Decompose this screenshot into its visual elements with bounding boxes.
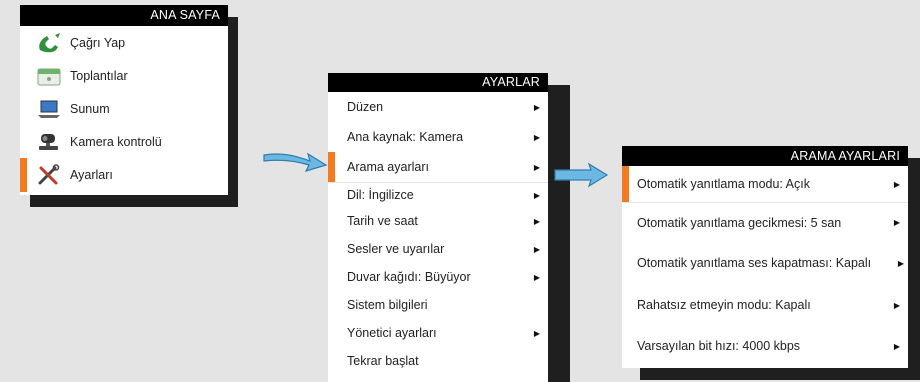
settings-item-label: Dil: İngilizce [347,188,414,202]
submenu-arrow-icon: ▶ [533,132,540,142]
call-item-default-bitrate[interactable]: Varsayılan bit hızı: 4000 kbps ▶ [622,326,908,366]
call-settings-title: ARAMA AYARLARI [622,146,908,166]
settings-item-date-time[interactable]: Tarih ve saat ▶ [328,207,548,235]
tools-icon [38,164,60,185]
calendar-icon [37,68,61,85]
phone-icon [39,32,60,52]
settings-item-main-source[interactable]: Ana kaynak: Kamera ▶ [328,122,548,152]
menu-item-call[interactable]: Çağrı Yap [20,26,228,59]
settings-item-label: Arama ayarları [347,160,429,174]
menu-item-label: Ayarları [70,168,113,182]
camera-icon [39,133,58,150]
menu-item-label: Kamera kontrolü [70,134,162,149]
settings-item-label: Sistem bilgileri [347,298,428,312]
navigation-arrow-icon [554,162,609,188]
call-item-do-not-disturb[interactable]: Rahatsız etmeyin modu: Kapalı ▶ [622,284,908,326]
submenu-arrow-icon: ▶ [533,102,540,112]
settings-item-restart[interactable]: Tekrar başlat [328,347,548,375]
submenu-arrow-icon: ▶ [533,216,540,226]
submenu-arrow-icon: ▶ [893,179,900,189]
settings-item-sounds[interactable]: Sesler ve uyarılar ▶ [328,235,548,263]
settings-menu-title: AYARLAR [328,73,548,92]
home-menu-title: ANA SAYFA [20,5,228,26]
settings-item-wallpaper[interactable]: Duvar kağıdı: Büyüyor ▶ [328,263,548,291]
submenu-arrow-icon: ▶ [893,300,900,310]
submenu-arrow-icon: ▶ [533,328,540,338]
menu-item-camera-control[interactable]: Kamera kontrolü [20,125,228,158]
submenu-arrow-icon: ▶ [893,341,900,351]
call-item-label: Otomatik yanıtlama gecikmesi: 5 san [637,215,842,230]
laptop-icon [38,100,60,118]
settings-item-label: Düzen [347,100,384,114]
settings-item-layout[interactable]: Düzen ▶ [328,92,548,122]
call-item-label: Otomatik yanıtlama ses kapatması: Kapalı [637,256,872,270]
call-item-label: Varsayılan bit hızı: 4000 kbps [637,339,801,353]
settings-item-label: Tarih ve saat [347,214,418,228]
settings-item-language[interactable]: Dil: İngilizce ▶ [328,182,548,207]
call-item-auto-answer-delay[interactable]: Otomatik yanıtlama gecikmesi: 5 san ▶ [622,202,908,242]
call-settings-panel: ARAMA AYARLARI Otomatik yanıtlama modu: … [622,146,908,368]
menu-item-label: Toplantılar [70,68,128,83]
settings-item-system-info[interactable]: Sistem bilgileri [328,291,548,319]
settings-item-label: Duvar kağıdı: Büyüyor [347,270,471,284]
settings-item-label: Tekrar başlat [347,354,419,368]
call-item-label: Otomatik yanıtlama modu: Açık [637,177,810,191]
home-menu-panel: ANA SAYFA Çağrı Yap Toplantılar Sunum Ka… [20,5,228,195]
call-item-label: Rahatsız etmeyin modu: Kapalı [637,298,811,312]
call-item-auto-answer[interactable]: Otomatik yanıtlama modu: Açık ▶ [622,166,908,202]
settings-item-admin[interactable]: Yönetici ayarları ▶ [328,319,548,347]
menu-item-label: Sunum [70,101,110,116]
submenu-arrow-icon: ▶ [533,190,540,200]
submenu-arrow-icon: ▶ [533,272,540,282]
call-item-auto-answer-mute[interactable]: Otomatik yanıtlama ses kapatması: Kapalı… [622,242,908,284]
settings-item-call-settings[interactable]: Arama ayarları ▶ [328,152,548,182]
settings-item-label: Ana kaynak: Kamera [347,130,464,144]
settings-item-label: Sesler ve uyarılar [347,242,445,256]
navigation-arrow-icon [263,152,328,172]
submenu-arrow-icon: ▶ [893,218,900,227]
settings-item-label: Yönetici ayarları [347,326,437,340]
submenu-arrow-icon: ▶ [897,258,904,268]
submenu-arrow-icon: ▶ [533,244,540,254]
settings-menu-panel: AYARLAR Düzen ▶ Ana kaynak: Kamera ▶ Ara… [328,73,548,382]
menu-item-meetings[interactable]: Toplantılar [20,59,228,92]
submenu-arrow-icon: ▶ [533,162,540,172]
menu-item-presentation[interactable]: Sunum [20,92,228,125]
menu-item-label: Çağrı Yap [70,35,126,50]
menu-item-settings[interactable]: Ayarları [20,158,228,192]
